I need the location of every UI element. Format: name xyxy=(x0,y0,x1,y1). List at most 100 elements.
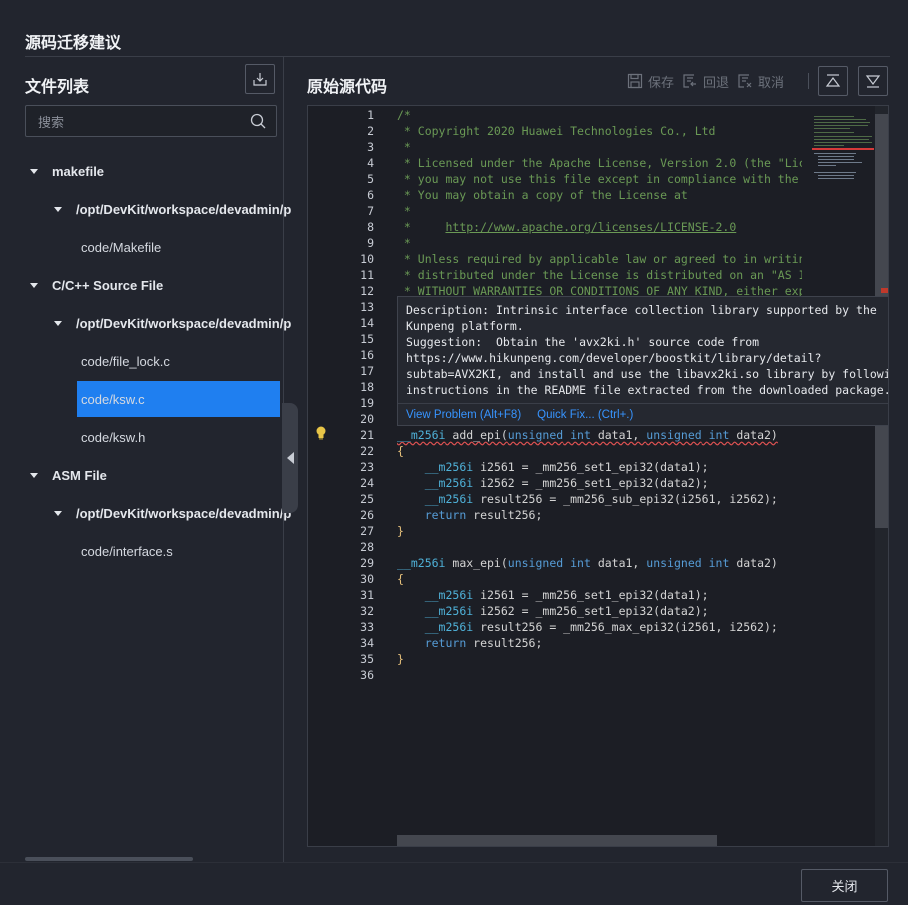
caret-down-icon[interactable] xyxy=(30,168,38,174)
close-button[interactable]: 关闭 xyxy=(801,869,888,902)
code-line: { xyxy=(397,444,404,458)
code-area[interactable]: /* * Copyright 2020 Huawei Technologies … xyxy=(397,106,802,846)
save-icon xyxy=(627,73,643,89)
undo-icon xyxy=(683,74,697,88)
search-input[interactable] xyxy=(26,106,250,138)
tooltip-line: instructions in the README file extracte… xyxy=(406,383,889,397)
caret-down-icon[interactable] xyxy=(54,206,62,212)
download-button[interactable] xyxy=(245,64,275,94)
scroll-top-button[interactable] xyxy=(818,66,848,96)
migration-dialog: 源码迁移建议 文件列表 makefile/opt/DevKit/workspac… xyxy=(0,0,908,905)
line-number: 8 xyxy=(367,220,374,234)
error-marker xyxy=(881,288,888,293)
cancel-button[interactable]: 取消 xyxy=(737,72,784,91)
line-number: 13 xyxy=(360,300,374,314)
code-line: __m256i result256 = _mm256_sub_epi32(i25… xyxy=(424,492,778,506)
code-line: * you may not use this file except in co… xyxy=(403,172,799,186)
tooltip-line: https://www.hikunpeng.com/developer/boos… xyxy=(406,351,822,365)
code-line: * Copyright 2020 Huawei Technologies Co.… xyxy=(397,124,716,138)
line-number: 22 xyxy=(360,444,374,458)
save-label: 保存 xyxy=(648,74,675,90)
view-problem-link[interactable]: View Problem (Alt+F8) xyxy=(406,409,521,421)
code-line: * xyxy=(397,236,411,250)
line-number: 12 xyxy=(360,284,374,298)
folder-item[interactable]: /opt/DevKit/workspace/devadmin/p xyxy=(0,191,337,227)
horizontal-scrollbar[interactable] xyxy=(25,857,193,861)
code-editor[interactable]: 1 2 3 4 5 6 7 8 9 10 11 12 13 14 15 16 17 18 19 20 21 22 23 24 2… xyxy=(307,105,889,847)
code-line: * xyxy=(397,204,411,218)
chevron-left-icon xyxy=(286,452,294,464)
arrow-down-to-bottom-icon xyxy=(865,75,881,88)
line-number: 35 xyxy=(360,652,374,666)
code-line: * Unless required by applicable law or a… xyxy=(403,252,802,266)
line-number: 18 xyxy=(360,380,374,394)
search-icon[interactable] xyxy=(250,113,266,129)
download-icon xyxy=(253,73,267,86)
code-line: __m256i i2562 = _mm256_set1_epi32(data2)… xyxy=(424,476,709,490)
group-item[interactable]: C/C++ Source File xyxy=(0,267,313,303)
tree-item-label: code/file_lock.c xyxy=(81,353,170,369)
quick-fix-link[interactable]: Quick Fix... (Ctrl+.) xyxy=(537,409,633,421)
cancel-icon xyxy=(738,74,752,88)
caret-down-icon[interactable] xyxy=(30,472,38,478)
line-number: 27 xyxy=(360,524,374,538)
group-item[interactable]: makefile xyxy=(0,153,313,189)
code-line: * http://www.apache.org/licenses/LICENSE… xyxy=(397,220,737,234)
line-number: 19 xyxy=(360,396,374,410)
cancel-label: 取消 xyxy=(758,74,785,90)
line-number: 6 xyxy=(367,188,374,202)
group-item[interactable]: ASM File xyxy=(0,457,313,493)
caret-down-icon[interactable] xyxy=(54,510,62,516)
line-number: 7 xyxy=(367,204,374,218)
line-number: 32 xyxy=(360,604,374,618)
code-line: __m256i i2561 = _mm256_set1_epi32(data1)… xyxy=(424,460,709,474)
line-number: 16 xyxy=(360,348,374,362)
line-number: 17 xyxy=(360,364,374,378)
code-line: * distributed under the License is distr… xyxy=(403,268,802,282)
save-button[interactable]: 保存 xyxy=(627,72,674,91)
tree-item-label: code/interface.s xyxy=(81,543,173,559)
tree-item-label: code/ksw.c xyxy=(81,391,145,407)
line-number: 20 xyxy=(360,412,374,426)
code-line: } xyxy=(397,652,404,666)
tooltip-line: Kunpeng platform. xyxy=(406,319,524,333)
tree-item-label: /opt/DevKit/workspace/devadmin/p xyxy=(76,505,292,521)
tooltip-line: Suggestion: Obtain the 'avx2ki.h' source… xyxy=(406,335,760,349)
tree-item-label: ASM File xyxy=(52,467,107,483)
footer-divider xyxy=(0,862,908,863)
horizontal-scrollbar-thumb[interactable] xyxy=(397,835,717,846)
folder-item[interactable]: /opt/DevKit/workspace/devadmin/p xyxy=(0,305,337,341)
code-line: * You may obtain a copy of the License a… xyxy=(397,188,688,202)
line-number: 15 xyxy=(360,332,374,346)
line-number: 14 xyxy=(360,316,374,330)
code-line: __m256i max_epi(unsigned int data1, unsi… xyxy=(397,556,778,570)
minimap[interactable] xyxy=(812,106,880,846)
line-number: 36 xyxy=(360,668,374,682)
dialog-title: 源码迁移建议 xyxy=(25,35,122,52)
code-line: { xyxy=(397,572,404,586)
hover-tooltip: Description: Intrinsic interface collect… xyxy=(397,296,889,426)
tree-item-label: C/C++ Source File xyxy=(52,277,164,293)
undo-button[interactable]: 回退 xyxy=(682,72,729,91)
tree-item-label: code/ksw.h xyxy=(81,429,146,445)
caret-down-icon[interactable] xyxy=(54,320,62,326)
code-line: return result256; xyxy=(424,508,543,522)
scroll-bottom-button[interactable] xyxy=(858,66,888,96)
line-number: 28 xyxy=(360,540,374,554)
lightbulb-icon[interactable] xyxy=(315,426,327,445)
code-line: * xyxy=(397,140,411,154)
search-box xyxy=(25,105,277,138)
line-number: 34 xyxy=(360,636,374,650)
tree-item-label: makefile xyxy=(52,163,105,179)
line-number: 9 xyxy=(367,236,374,250)
line-number: 4 xyxy=(367,156,374,170)
code-line: __m256i add_epi(unsigned int data1, unsi… xyxy=(397,428,778,442)
tree-item-label: /opt/DevKit/workspace/devadmin/p xyxy=(76,201,292,217)
line-number: 29 xyxy=(360,556,374,570)
caret-down-icon[interactable] xyxy=(30,282,38,288)
collapse-panel-button[interactable] xyxy=(282,403,298,513)
undo-label: 回退 xyxy=(703,74,730,90)
line-number: 33 xyxy=(360,620,374,634)
file-list-title: 文件列表 xyxy=(25,79,90,96)
code-line: } xyxy=(397,524,404,538)
